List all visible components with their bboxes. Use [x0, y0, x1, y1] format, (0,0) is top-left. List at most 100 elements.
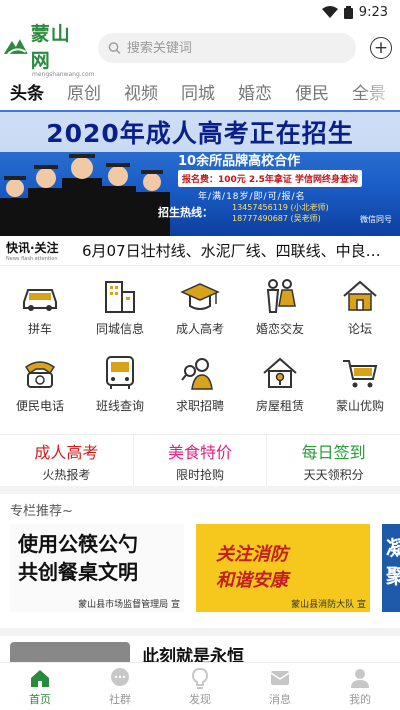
service-label: 成人高考 — [175, 322, 224, 336]
service-carpool[interactable]: 拼车 — [0, 276, 80, 353]
service-label: 班线查询 — [95, 399, 144, 413]
banner-requirement: 年/满/18岁/即/可/报/名 — [198, 192, 306, 202]
battery-icon — [343, 5, 353, 19]
news-flash-label: 快讯·关注 News flash attention — [6, 239, 72, 262]
banner-subtitle: 10余所品牌高校合作 — [178, 154, 301, 169]
nav-messages[interactable]: 消息 — [240, 663, 320, 710]
message-icon — [270, 670, 290, 685]
section-title: 专栏推荐~ — [10, 504, 73, 519]
service-label: 论坛 — [347, 322, 372, 336]
tab-video[interactable]: 视频 — [124, 79, 181, 104]
service-adult-exam[interactable]: 成人高考 — [160, 276, 240, 353]
bus-icon — [106, 356, 134, 389]
promo-food-deal[interactable]: 美食特价 限时抢购 — [134, 435, 268, 486]
banner-fee: 报名费：100元 2.5年拿证 学信网终身查询 — [178, 170, 362, 187]
featured-card-partial[interactable]: 凝 聚 — [382, 524, 400, 612]
graduation-cap-icon — [180, 283, 220, 310]
news-ticker[interactable]: 快讯·关注 News flash attention 6月07日壮村线、水泥厂线… — [0, 236, 400, 266]
service-label: 拼车 — [27, 322, 52, 336]
promo-subtitle: 天天领积分 — [303, 467, 364, 482]
house-key-icon — [263, 357, 297, 388]
service-label: 蒙山优购 — [335, 399, 384, 413]
news-headline[interactable]: 6月07日壮村线、水泥厂线、四联线、中良… — [82, 240, 394, 261]
featured-card-fire-safety[interactable]: 关注消防 和谐安康 蒙山县消防大队 宣 — [196, 524, 370, 612]
nav-label: 首页 — [29, 692, 51, 706]
card-line-2: 聚 — [386, 564, 400, 588]
service-phone[interactable]: 便民电话 — [0, 353, 80, 430]
plus-icon: + — [373, 37, 389, 58]
service-bus[interactable]: 班线查询 — [80, 353, 160, 430]
app-header: 蒙山网 mengshanwang.com + — [0, 23, 400, 78]
news-label-sub: News flash attention — [6, 256, 58, 262]
carpool-icon — [23, 289, 57, 311]
profile-icon — [351, 668, 369, 688]
promo-subtitle: 火热报考 — [42, 467, 91, 482]
banner-hotline-label: 招生热线： — [158, 206, 213, 219]
graduates-image — [0, 154, 170, 236]
service-jobs[interactable]: 求职招聘 — [160, 353, 240, 430]
nav-label: 消息 — [269, 692, 291, 706]
service-rental[interactable]: 房屋租赁 — [240, 353, 320, 430]
lightbulb-icon — [191, 667, 209, 689]
service-forum[interactable]: 论坛 — [320, 276, 400, 353]
shopping-cart-icon — [343, 360, 378, 388]
card-line-1: 使用公筷公勺 — [18, 532, 138, 556]
nav-home[interactable]: 首页 — [0, 663, 80, 710]
service-label: 婚恋交友 — [255, 322, 304, 336]
service-label: 便民电话 — [15, 399, 64, 413]
card-line-1: 关注消防 — [216, 544, 288, 565]
banner-phone-2: 18777490687 (吴老师) — [232, 214, 321, 223]
app-logo[interactable]: 蒙山网 mengshanwang.com — [4, 23, 94, 78]
card-line-1: 凝 — [386, 536, 400, 560]
promo-title: 美食特价 — [168, 442, 233, 462]
promo-subtitle: 限时抢购 — [176, 467, 225, 482]
home-icon — [31, 669, 49, 687]
nav-community[interactable]: 社群 — [80, 663, 160, 710]
nav-discover[interactable]: 发现 — [160, 663, 240, 710]
tab-original[interactable]: 原创 — [67, 79, 124, 104]
ad-banner[interactable]: 2020年成人高考正在招生 10余所品牌高校合作 报名费：100元 2.5年拿证… — [0, 110, 400, 236]
wifi-icon — [321, 6, 338, 18]
search-bar[interactable] — [98, 33, 356, 63]
tab-headlines[interactable]: 头条 — [10, 79, 67, 104]
tab-local[interactable]: 同城 — [181, 79, 238, 104]
nav-label: 社群 — [109, 692, 131, 706]
couple-icon — [266, 279, 296, 313]
service-dating[interactable]: 婚恋交友 — [240, 276, 320, 353]
banner-phone-1: 13457456119 (小北老师) — [232, 203, 329, 212]
telephone-icon — [24, 361, 56, 388]
status-time: 9:23 — [358, 4, 388, 20]
card-line-2: 共创餐桌文明 — [18, 560, 138, 584]
job-search-icon — [181, 358, 213, 390]
promo-daily-checkin[interactable]: 每日签到 天天领积分 — [267, 435, 400, 486]
add-button[interactable]: + — [370, 37, 392, 59]
card-text: 凝 聚 — [386, 534, 400, 590]
card-text: 使用公筷公勺 共创餐桌文明 — [18, 530, 138, 586]
search-input[interactable] — [126, 40, 346, 56]
promo-row: 成人高考 火热报考 美食特价 限时抢购 每日签到 天天领积分 — [0, 434, 400, 494]
house-forum-icon — [343, 280, 377, 311]
card-text: 关注消防 和谐安康 — [216, 542, 288, 594]
chat-bubble-icon — [111, 667, 129, 686]
section-divider — [0, 628, 400, 636]
featured-card-chopsticks[interactable]: 使用公筷公勺 共创餐桌文明 蒙山县市场监督管理局 宣 — [10, 524, 184, 612]
promo-adult-exam[interactable]: 成人高考 火热报考 — [0, 435, 134, 486]
nav-profile[interactable]: 我的 — [320, 663, 400, 710]
banner-phones: 13457456119 (小北老师) 18777490687 (吴老师) — [232, 202, 329, 224]
card-footer: 蒙山县市场监督管理局 宣 — [78, 600, 180, 610]
service-label: 求职招聘 — [175, 399, 224, 413]
service-city-info[interactable]: 同城信息 — [80, 276, 160, 353]
card-footer: 蒙山县消防大队 宣 — [291, 600, 366, 610]
city-building-icon — [105, 281, 135, 313]
service-label: 同城信息 — [95, 322, 144, 336]
card-line-2: 和谐安康 — [216, 570, 288, 591]
promo-title: 成人高考 — [34, 442, 99, 462]
promo-title: 每日签到 — [301, 442, 366, 462]
tab-services[interactable]: 便民 — [295, 79, 352, 104]
logo-text: 蒙山网 — [30, 22, 71, 72]
nav-label: 我的 — [349, 692, 371, 706]
mountain-logo-icon — [4, 38, 28, 55]
tab-dating[interactable]: 婚恋 — [238, 79, 295, 104]
service-shop[interactable]: 蒙山优购 — [320, 353, 400, 430]
tabs-fade — [360, 72, 400, 110]
